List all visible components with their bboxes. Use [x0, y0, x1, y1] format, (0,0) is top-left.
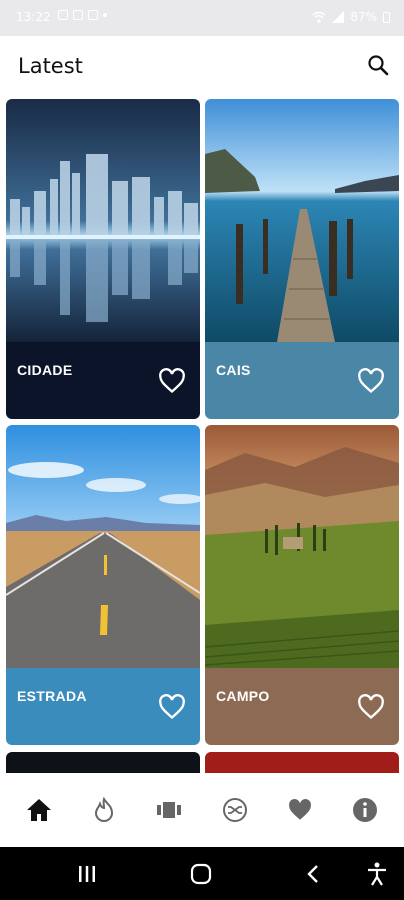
- nav-categories[interactable]: [149, 790, 189, 830]
- fire-icon: [94, 797, 113, 822]
- info-icon: [353, 798, 378, 822]
- favorite-button[interactable]: [357, 368, 385, 394]
- home-circle-icon: [190, 863, 212, 885]
- wallpaper-card-cais[interactable]: CAIS: [205, 99, 399, 419]
- app-notification-icon: [73, 10, 83, 20]
- calendar-notification-icon: [88, 10, 98, 20]
- card-title: CAIS: [216, 362, 251, 378]
- battery-icon: [383, 11, 390, 23]
- page-title: Latest: [18, 54, 83, 78]
- wallpaper-grid: CIDADE CAIS ESTRADA CAMPO: [0, 96, 404, 773]
- wallpaper-card-cidade[interactable]: CIDADE: [6, 99, 200, 419]
- bottom-navigation: [0, 773, 404, 847]
- home-icon: [26, 799, 51, 821]
- shuffle-icon: [222, 798, 247, 822]
- back-icon: [307, 865, 318, 883]
- recents-icon: [79, 866, 95, 882]
- wallpaper-card-campo[interactable]: CAMPO: [205, 425, 399, 745]
- search-icon: [368, 55, 389, 76]
- card-title: CIDADE: [17, 362, 73, 378]
- image-notification-icon: [58, 10, 68, 20]
- heart-outline-icon: [159, 368, 185, 394]
- battery-text: 87%: [350, 10, 377, 24]
- card-title: ESTRADA: [17, 688, 87, 704]
- heart-outline-icon: [358, 694, 384, 720]
- wallpaper-card-estrada[interactable]: ESTRADA: [6, 425, 200, 745]
- heart-outline-icon: [159, 694, 185, 720]
- favorite-button[interactable]: [357, 694, 385, 720]
- nav-info[interactable]: [345, 790, 385, 830]
- app-bar: Latest: [0, 36, 404, 96]
- card-label-bar: ESTRADA: [6, 668, 200, 745]
- signal-icon: [332, 11, 345, 23]
- system-home-button[interactable]: [186, 859, 216, 889]
- favorite-button[interactable]: [158, 694, 186, 720]
- accessibility-button[interactable]: [362, 859, 392, 889]
- wallpaper-card-partial[interactable]: [6, 752, 200, 773]
- card-label-bar: CIDADE: [6, 342, 200, 419]
- card-label-bar: CAMPO: [205, 668, 399, 745]
- card-label-bar: CAIS: [205, 342, 399, 419]
- notification-icons: [58, 10, 107, 20]
- system-navigation-bar: [0, 847, 404, 900]
- favorite-button[interactable]: [158, 368, 186, 394]
- status-bar: 13:22 87%: [0, 0, 404, 36]
- categories-icon: [157, 802, 182, 818]
- back-button[interactable]: [298, 859, 328, 889]
- city-image: [6, 99, 200, 342]
- status-time: 13:22: [16, 10, 51, 24]
- search-button[interactable]: [364, 51, 392, 79]
- road-image: [6, 425, 200, 668]
- more-notifications-icon: [103, 13, 107, 17]
- heart-outline-icon: [358, 368, 384, 394]
- heart-icon: [289, 799, 311, 820]
- nav-favorites[interactable]: [280, 790, 320, 830]
- nav-popular[interactable]: [84, 790, 124, 830]
- wifi-icon: [312, 11, 326, 23]
- recents-button[interactable]: [72, 859, 102, 889]
- accessibility-icon: [368, 862, 386, 886]
- nav-home[interactable]: [19, 790, 59, 830]
- status-right: 87%: [312, 10, 390, 24]
- nav-random[interactable]: [215, 790, 255, 830]
- countryside-image: [205, 425, 399, 668]
- wallpaper-card-partial[interactable]: [205, 752, 399, 773]
- card-title: CAMPO: [216, 688, 270, 704]
- pier-image: [205, 99, 399, 342]
